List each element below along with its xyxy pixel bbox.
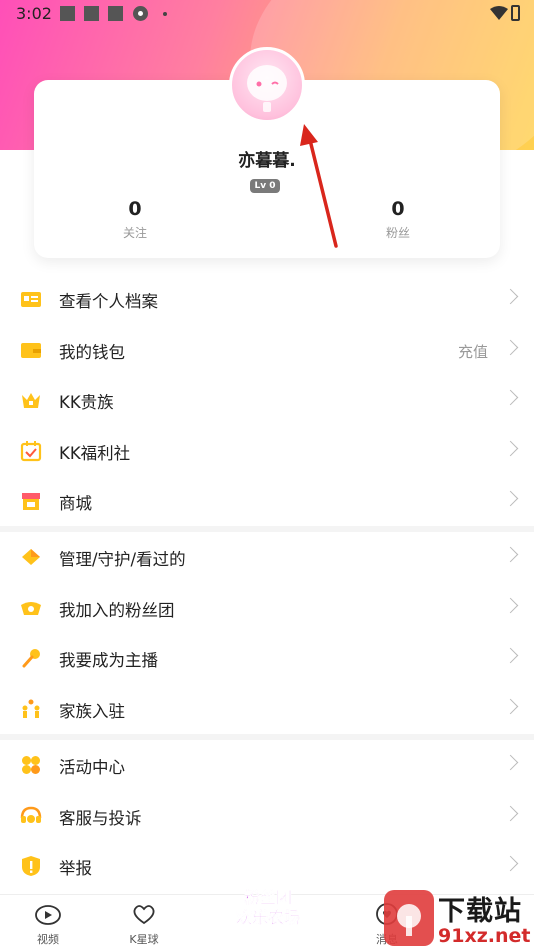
following-stat[interactable]: 0 关注 xyxy=(95,198,175,241)
chevron-right-icon xyxy=(502,490,519,507)
notification-icon xyxy=(108,6,123,21)
menu-label: 商城 xyxy=(59,494,92,513)
promo-line1: 粉丝团 xyxy=(243,888,293,908)
chevron-right-icon xyxy=(502,597,519,614)
menu-item-service[interactable]: 客服与投诉 xyxy=(0,791,534,841)
menu-item-profile[interactable]: 查看个人档案 xyxy=(0,274,534,324)
promo-line2: 欢乐农场 xyxy=(235,908,301,928)
menu-item-nobility[interactable]: KK贵族 xyxy=(0,375,534,425)
headset-icon xyxy=(20,806,42,823)
menu-item-wallet[interactable]: 我的钱包 充值 xyxy=(0,325,534,375)
planet-icon xyxy=(133,905,155,925)
fan-club-farm-promo[interactable]: 粉丝团 欢乐农场 xyxy=(228,888,308,936)
activity-icon xyxy=(22,756,40,774)
profile-card-icon xyxy=(21,292,41,307)
fans-label: 粉丝 xyxy=(385,226,410,240)
battery-icon xyxy=(511,5,520,21)
menu-label: KK福利社 xyxy=(59,444,131,463)
menu-item-welfare[interactable]: KK福利社 xyxy=(0,426,534,476)
wifi-icon xyxy=(490,6,508,20)
shop-icon xyxy=(22,493,40,510)
chevron-right-icon xyxy=(502,389,519,406)
chevron-right-icon xyxy=(502,698,519,715)
menu-item-become-host[interactable]: 我要成为主播 xyxy=(0,633,534,683)
nav-label: 视频 xyxy=(37,933,59,946)
crown-icon xyxy=(22,393,40,408)
menu-label: 我要成为主播 xyxy=(59,651,158,670)
chevron-right-icon xyxy=(502,855,519,872)
more-notifications-dot xyxy=(163,12,167,16)
chevron-right-icon xyxy=(502,546,519,563)
menu-item-fan-club[interactable]: 我加入的粉丝团 xyxy=(0,583,534,633)
avatar[interactable] xyxy=(229,47,305,123)
menu-label: 家族入驻 xyxy=(59,702,125,721)
report-icon xyxy=(22,856,40,876)
nav-label: K星球 xyxy=(129,933,159,946)
watermark-url: 91xz.net xyxy=(438,925,531,947)
watermark-title: 下载站 xyxy=(438,896,522,927)
calendar-check-icon xyxy=(20,441,42,462)
video-icon xyxy=(35,905,61,925)
menu-label: 举报 xyxy=(59,859,92,878)
following-count: 0 xyxy=(128,198,142,220)
menu-label: 管理/守护/看过的 xyxy=(59,550,186,569)
menu-item-shop[interactable]: 商城 xyxy=(0,476,534,526)
wallet-icon xyxy=(21,343,41,358)
chevron-right-icon xyxy=(502,440,519,457)
nav-video[interactable]: 视频 xyxy=(18,903,78,947)
avatar-character-icon xyxy=(247,65,287,112)
following-label: 关注 xyxy=(122,226,147,240)
fans-count: 0 xyxy=(391,198,405,220)
microphone-icon xyxy=(22,649,40,668)
family-icon xyxy=(22,699,40,718)
menu-label: 查看个人档案 xyxy=(59,292,158,311)
nickname: 亦暮暮. xyxy=(238,151,296,171)
level-badge: Lv 0 xyxy=(250,179,280,193)
chevron-right-icon xyxy=(502,647,519,664)
diamond-icon xyxy=(22,549,40,565)
nav-planet[interactable]: K星球 xyxy=(114,903,174,947)
chevron-right-icon xyxy=(502,754,519,771)
menu-label: 客服与投诉 xyxy=(59,809,142,828)
status-bar: 3:02 xyxy=(0,0,534,28)
menu-item-manage[interactable]: 管理/守护/看过的 xyxy=(0,532,534,582)
status-time: 3:02 xyxy=(16,4,52,23)
chevron-right-icon xyxy=(502,339,519,356)
menu-label: 活动中心 xyxy=(59,758,125,777)
fans-stat[interactable]: 0 粉丝 xyxy=(358,198,438,241)
fan-club-icon xyxy=(21,602,41,615)
settings-notification-icon xyxy=(133,6,148,21)
menu-item-activity[interactable]: 活动中心 xyxy=(0,740,534,790)
chevron-right-icon xyxy=(502,288,519,305)
menu-label: 我加入的粉丝团 xyxy=(59,601,175,620)
notification-icon xyxy=(84,6,99,21)
recharge-link[interactable]: 充值 xyxy=(458,341,488,362)
menu-item-family[interactable]: 家族入驻 xyxy=(0,684,534,734)
menu-label: KK贵族 xyxy=(59,393,114,412)
notification-icon xyxy=(60,6,75,21)
chevron-right-icon xyxy=(502,805,519,822)
menu-label: 我的钱包 xyxy=(59,343,125,362)
menu-item-report[interactable]: 举报 xyxy=(0,841,534,891)
